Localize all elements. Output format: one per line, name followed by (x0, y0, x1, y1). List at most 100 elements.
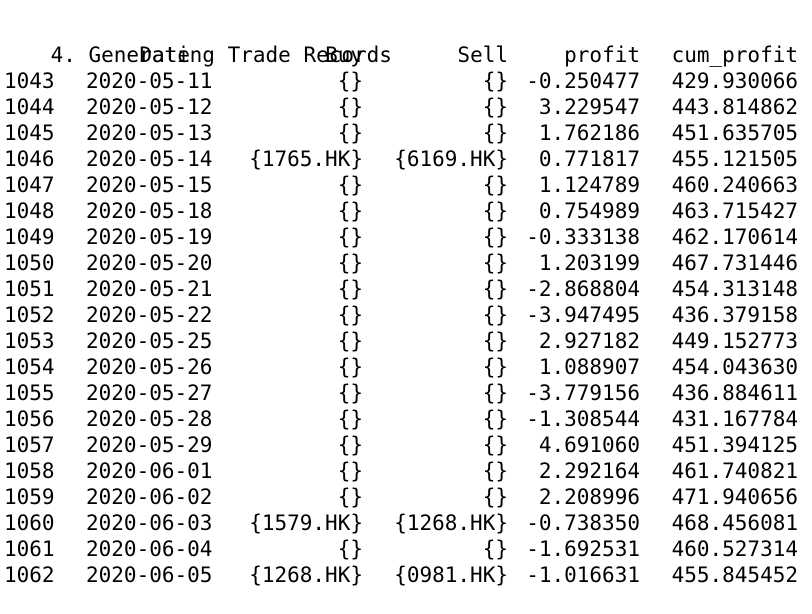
row-profit: 1.088907 (538, 355, 640, 379)
section-title-line: 4. Generating Trade Records (0, 16, 812, 67)
row-cum-profit: 455.121505 (671, 147, 798, 171)
row-buy: {} (337, 199, 363, 223)
row-profit: -3.779156 (526, 381, 640, 405)
row-profit: -1.308544 (526, 407, 640, 431)
table-row: 1062 2020-06-05 {1268.HK} {0981.HK} -1.01663… (0, 562, 812, 588)
row-cum-profit: 460.527314 (671, 537, 798, 561)
row-buy: {1268.HK} (249, 563, 363, 587)
header-profit: profit (564, 43, 640, 67)
row-date: 2020-05-19 (86, 225, 213, 249)
row-sell: {} (482, 95, 508, 119)
row-buy: {} (337, 251, 363, 275)
row-cum-profit: 462.170614 (671, 225, 798, 249)
row-cum-profit: 436.379158 (671, 303, 798, 327)
table-row: 1048 2020-05-18 {} {} 0.754989 463.715427 (0, 198, 812, 224)
row-index: 1046 (4, 147, 55, 171)
row-profit: 1.124789 (538, 173, 640, 197)
header-date: Date (139, 43, 190, 67)
row-index: 1048 (4, 199, 55, 223)
row-index: 1045 (4, 121, 55, 145)
table-row: 1061 2020-06-04 {} {} -1.692531 460.527314 (0, 536, 812, 562)
row-profit: -1.692531 (526, 537, 640, 561)
row-buy: {1579.HK} (249, 511, 363, 535)
row-cum-profit: 454.313148 (671, 277, 798, 301)
row-cum-profit: 429.930066 (671, 69, 798, 93)
row-cum-profit: 451.635705 (671, 121, 798, 145)
row-index: 1060 (4, 511, 55, 535)
row-date: 2020-05-15 (86, 173, 213, 197)
row-index: 1061 (4, 537, 55, 561)
row-index: 1054 (4, 355, 55, 379)
row-profit: -2.868804 (526, 277, 640, 301)
row-date: 2020-05-18 (86, 199, 213, 223)
table-row: 1052 2020-05-22 {} {} -3.947495 436.379158 (0, 302, 812, 328)
row-index: 1043 (4, 69, 55, 93)
row-cum-profit: 460.240663 (671, 173, 798, 197)
row-buy: {} (337, 381, 363, 405)
row-buy: {} (337, 121, 363, 145)
row-date: 2020-06-05 (86, 563, 213, 587)
row-profit: -0.333138 (526, 225, 640, 249)
row-buy: {} (337, 69, 363, 93)
row-index: 1053 (4, 329, 55, 353)
row-cum-profit: 451.394125 (671, 433, 798, 457)
row-buy: {} (337, 459, 363, 483)
row-sell: {} (482, 329, 508, 353)
row-date: 2020-05-27 (86, 381, 213, 405)
table-row: 1046 2020-05-14 {1765.HK} {6169.HK} 0.771817… (0, 146, 812, 172)
header-sell: Sell (457, 43, 508, 67)
row-profit: 2.292164 (538, 459, 640, 483)
table-row: 1044 2020-05-12 {} {} 3.229547 443.814862 (0, 94, 812, 120)
row-sell: {} (482, 459, 508, 483)
row-date: 2020-05-20 (86, 251, 213, 275)
row-buy: {} (337, 355, 363, 379)
row-date: 2020-05-14 (86, 147, 213, 171)
row-date: 2020-06-01 (86, 459, 213, 483)
row-sell: {1268.HK} (394, 511, 508, 535)
row-profit: 2.927182 (538, 329, 640, 353)
row-sell: {} (482, 173, 508, 197)
row-sell: {} (482, 407, 508, 431)
row-sell: {6169.HK} (394, 147, 508, 171)
table-row: 1056 2020-05-28 {} {} -1.308544 431.167784 (0, 406, 812, 432)
row-date: 2020-05-29 (86, 433, 213, 457)
row-sell: {0981.HK} (394, 563, 508, 587)
row-sell: {} (482, 485, 508, 509)
row-index: 1052 (4, 303, 55, 327)
row-date: 2020-06-03 (86, 511, 213, 535)
row-profit: -0.738350 (526, 511, 640, 535)
row-index: 1055 (4, 381, 55, 405)
row-date: 2020-06-02 (86, 485, 213, 509)
row-date: 2020-05-26 (86, 355, 213, 379)
table-row: 1045 2020-05-13 {} {} 1.762186 451.635705 (0, 120, 812, 146)
row-buy: {} (337, 485, 363, 509)
row-cum-profit: 454.043630 (671, 355, 798, 379)
row-index: 1049 (4, 225, 55, 249)
table-row: 1057 2020-05-29 {} {} 4.691060 451.394125 (0, 432, 812, 458)
row-date: 2020-05-28 (86, 407, 213, 431)
row-date: 2020-05-13 (86, 121, 213, 145)
row-date: 2020-05-25 (86, 329, 213, 353)
row-index: 1044 (4, 95, 55, 119)
row-buy: {1765.HK} (249, 147, 363, 171)
row-index: 1050 (4, 251, 55, 275)
row-sell: {} (482, 355, 508, 379)
row-sell: {} (482, 433, 508, 457)
table-row: 1060 2020-06-03 {1579.HK} {1268.HK} -0.73835… (0, 510, 812, 536)
row-profit: 3.229547 (538, 95, 640, 119)
row-sell: {} (482, 251, 508, 275)
row-profit: 2.208996 (538, 485, 640, 509)
row-buy: {} (337, 329, 363, 353)
row-cum-profit: 468.456081 (671, 511, 798, 535)
table-row: 1050 2020-05-20 {} {} 1.203199 467.731446 (0, 250, 812, 276)
row-cum-profit: 436.884611 (671, 381, 798, 405)
table-row: 1047 2020-05-15 {} {} 1.124789 460.240663 (0, 172, 812, 198)
row-buy: {} (337, 537, 363, 561)
row-cum-profit: 455.845452 (671, 563, 798, 587)
table-row: 1054 2020-05-26 {} {} 1.088907 454.043630 (0, 354, 812, 380)
row-index: 1057 (4, 433, 55, 457)
row-cum-profit: 463.715427 (671, 199, 798, 223)
row-buy: {} (337, 407, 363, 431)
row-index: 1047 (4, 173, 55, 197)
row-index: 1062 (4, 563, 55, 587)
